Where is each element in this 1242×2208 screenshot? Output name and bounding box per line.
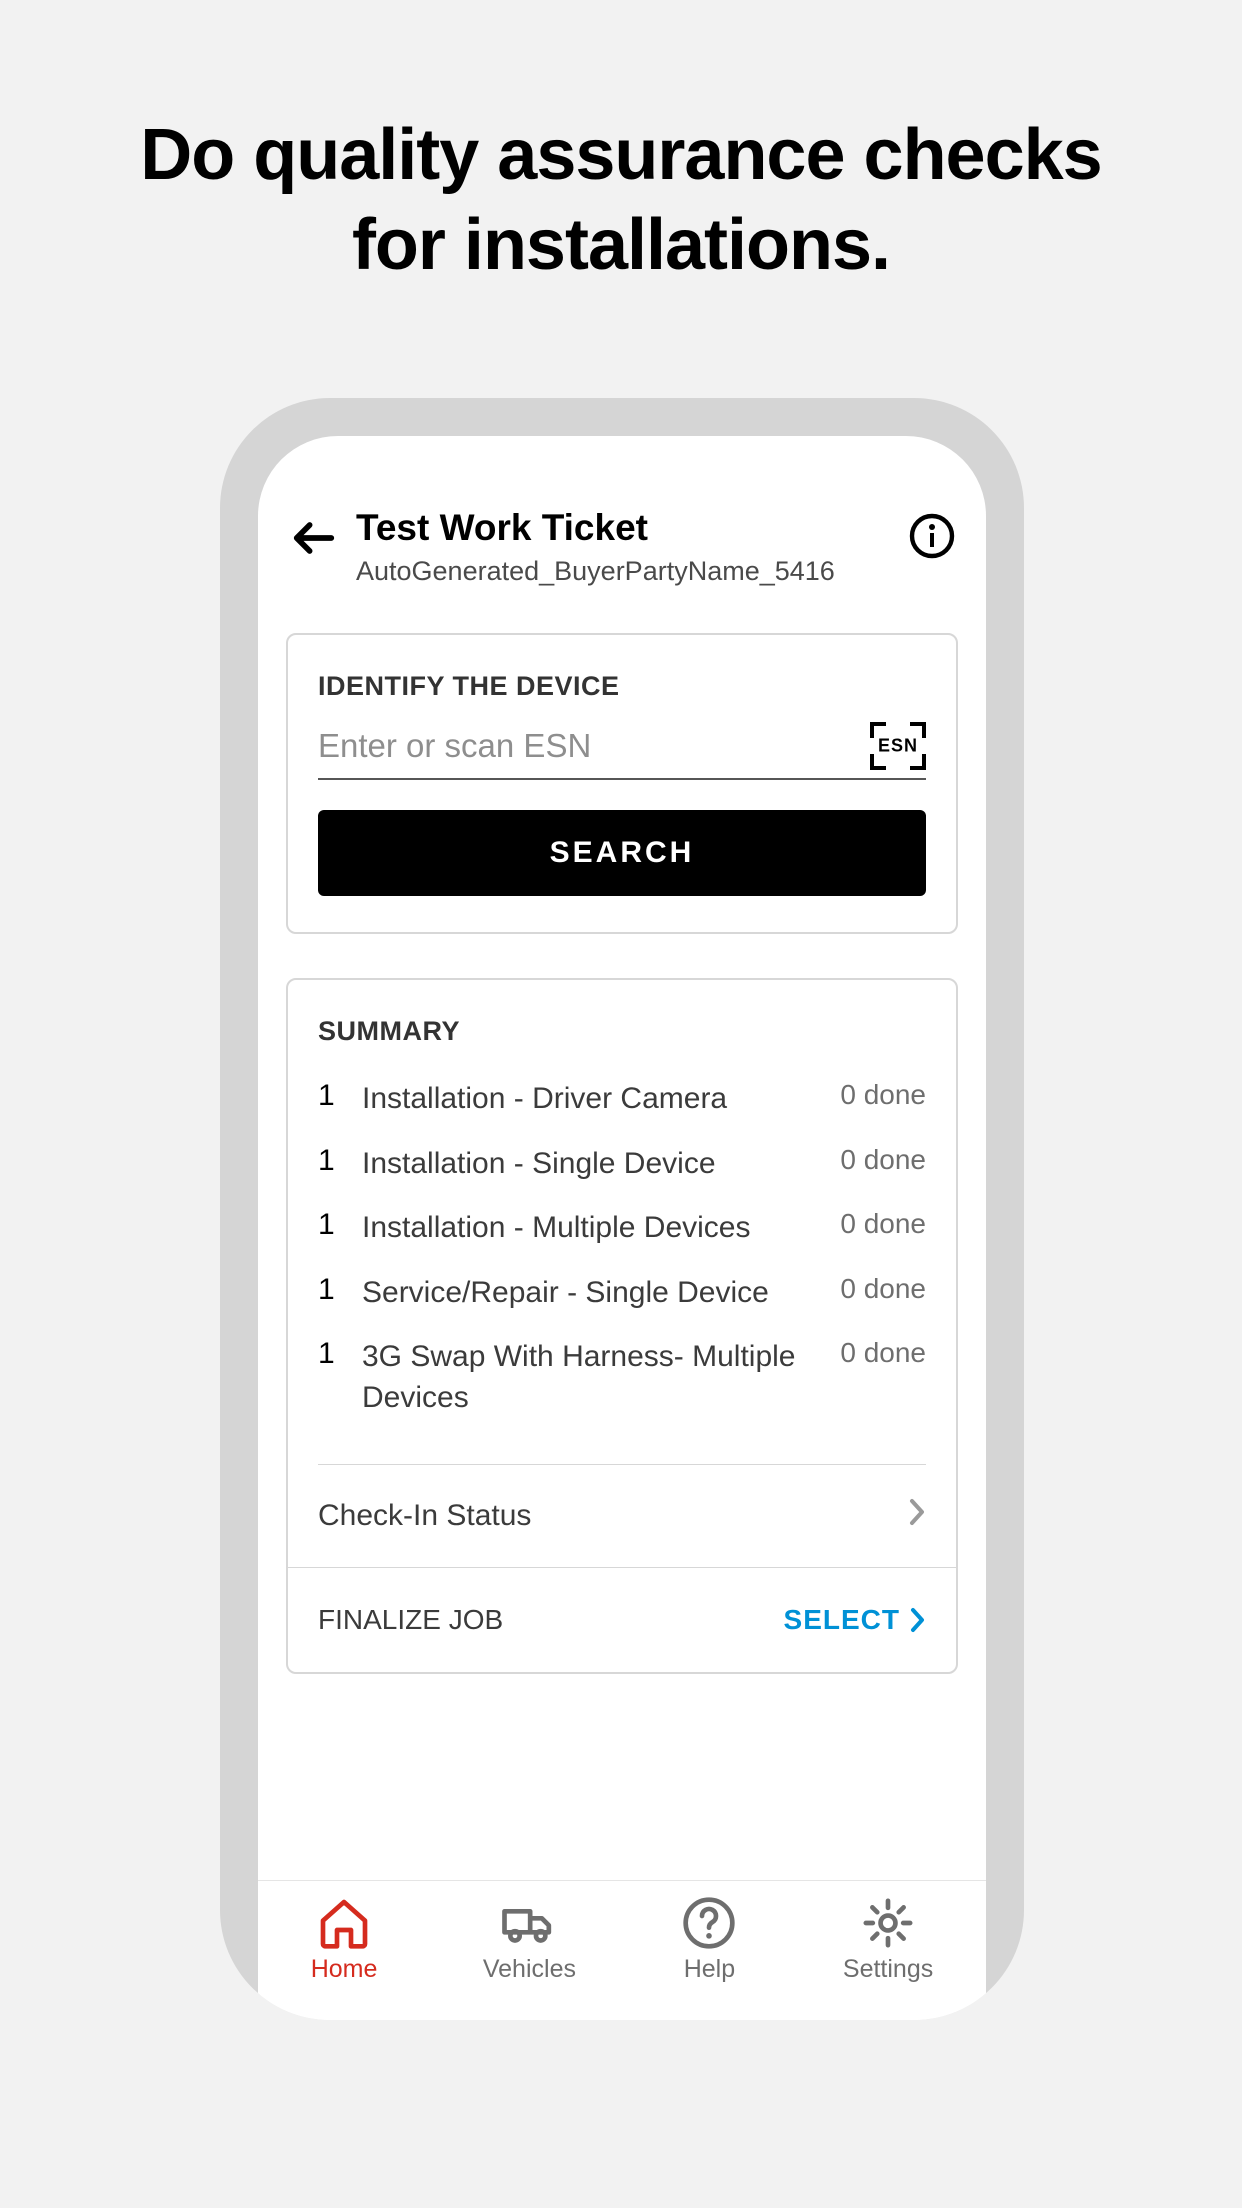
header-text: Test Work Ticket AutoGenerated_BuyerPart… [340, 506, 908, 589]
summary-item: 1 Installation - Driver Camera 0 done [318, 1067, 926, 1132]
summary-item-label: Service/Repair - Single Device [362, 1273, 840, 1314]
nav-vehicles[interactable]: Vehicles [483, 1895, 576, 1982]
summary-item-count: 1 [318, 1144, 362, 1178]
back-arrow-icon [288, 512, 340, 564]
summary-card: SUMMARY 1 Installation - Driver Camera 0… [286, 978, 958, 1674]
identify-card: IDENTIFY THE DEVICE ESN SEARCH [286, 633, 958, 934]
phone-frame: Test Work Ticket AutoGenerated_BuyerPart… [220, 398, 1024, 2020]
info-button[interactable] [908, 512, 956, 560]
scan-esn-button[interactable]: ESN [870, 722, 926, 770]
chevron-right-icon [910, 1607, 926, 1633]
summary-item-label: Installation - Multiple Devices [362, 1208, 840, 1249]
nav-settings[interactable]: Settings [843, 1895, 933, 1982]
summary-item-status: 0 done [840, 1273, 926, 1305]
finalize-select-label: SELECT [784, 1604, 900, 1636]
help-icon [681, 1895, 737, 1951]
back-button[interactable] [288, 512, 340, 564]
phone-screen: Test Work Ticket AutoGenerated_BuyerPart… [258, 436, 986, 2020]
bottom-nav: Home Vehicles Help [258, 1880, 986, 2020]
summary-item-status: 0 done [840, 1144, 926, 1176]
hero-title: Do quality assurance checks for installa… [0, 0, 1242, 290]
summary-item-label: Installation - Single Device [362, 1144, 840, 1185]
summary-item: 1 Installation - Single Device 0 done [318, 1132, 926, 1197]
app-header: Test Work Ticket AutoGenerated_BuyerPart… [258, 436, 986, 589]
nav-home[interactable]: Home [311, 1895, 378, 1982]
finalize-job-label: FINALIZE JOB [318, 1604, 503, 1636]
esn-input-row: ESN [318, 722, 926, 780]
summary-item-count: 1 [318, 1208, 362, 1242]
home-icon [316, 1895, 372, 1951]
nav-settings-label: Settings [843, 1957, 933, 1982]
esn-input[interactable] [318, 727, 870, 765]
summary-list: 1 Installation - Driver Camera 0 done 1 … [288, 1067, 956, 1442]
nav-home-label: Home [311, 1957, 378, 1982]
identify-section-title: IDENTIFY THE DEVICE [288, 635, 956, 722]
summary-item-count: 1 [318, 1079, 362, 1113]
nav-help-label: Help [684, 1957, 735, 1982]
summary-item-status: 0 done [840, 1208, 926, 1240]
checkin-status-label: Check-In Status [318, 1499, 531, 1533]
summary-item-status: 0 done [840, 1079, 926, 1111]
search-button[interactable]: SEARCH [318, 810, 926, 896]
info-icon [908, 512, 956, 560]
summary-section-title: SUMMARY [288, 980, 956, 1067]
nav-vehicles-label: Vehicles [483, 1957, 576, 1982]
summary-item: 1 Installation - Multiple Devices 0 done [318, 1196, 926, 1261]
finalize-select-button[interactable]: SELECT [784, 1604, 926, 1636]
gear-icon [860, 1895, 916, 1951]
summary-item-count: 1 [318, 1273, 362, 1307]
summary-item: 1 3G Swap With Harness- Multiple Devices… [318, 1325, 926, 1430]
finalize-job-row: FINALIZE JOB SELECT [288, 1568, 956, 1672]
hero-title-line2: for installations. [352, 205, 890, 285]
page-subtitle: AutoGenerated_BuyerPartyName_5416 [356, 554, 908, 589]
scan-esn-label: ESN [878, 736, 918, 757]
hero-title-line1: Do quality assurance checks [140, 115, 1101, 195]
chevron-right-icon [908, 1497, 926, 1535]
summary-item-label: 3G Swap With Harness- Multiple Devices [362, 1337, 840, 1418]
nav-help[interactable]: Help [681, 1895, 737, 1982]
checkin-status-button[interactable]: Check-In Status [288, 1465, 956, 1567]
summary-item-count: 1 [318, 1337, 362, 1371]
truck-icon [501, 1895, 557, 1951]
summary-item: 1 Service/Repair - Single Device 0 done [318, 1261, 926, 1326]
page-title: Test Work Ticket [356, 506, 908, 550]
summary-item-label: Installation - Driver Camera [362, 1079, 840, 1120]
summary-item-status: 0 done [840, 1337, 926, 1369]
